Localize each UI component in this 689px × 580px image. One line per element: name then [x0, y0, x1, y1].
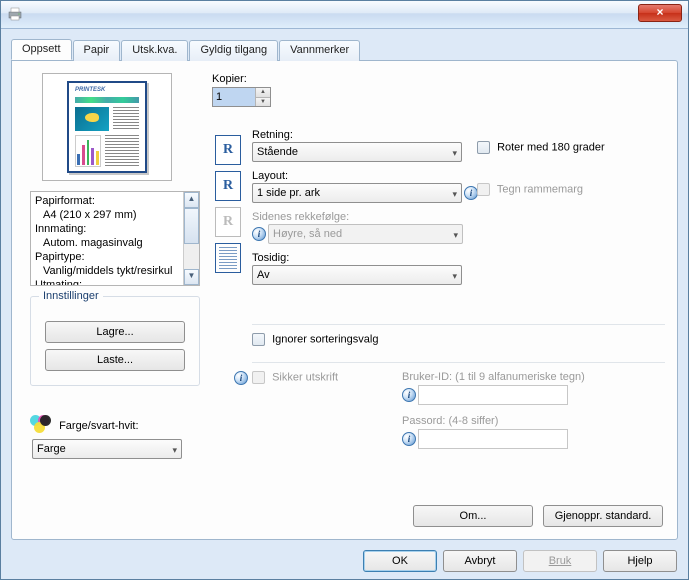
password-label: Passord: (4-8 siffer): [402, 415, 642, 427]
page-preview: PRINTESK: [42, 73, 172, 181]
tab-strip: Oppsett Papir Utsk.kva. Gyldig tilgang V…: [11, 39, 678, 60]
cancel-button[interactable]: Avbryt: [443, 550, 517, 572]
copies-down-button[interactable]: ▼: [256, 97, 270, 106]
copies-spinner[interactable]: ▲ ▼: [212, 87, 271, 107]
password-input: [418, 429, 568, 449]
frameborder-label: Tegn rammemarg: [497, 183, 583, 195]
frameborder-checkbox: [477, 183, 490, 196]
password-info-icon[interactable]: i: [402, 432, 416, 446]
summary-feed-value: Autom. magasinvalg: [35, 236, 179, 250]
order-value: Høyre, så ned: [273, 228, 342, 240]
copies-label: Kopier:: [212, 73, 665, 85]
summary-feed-label: Innmating:: [35, 222, 179, 236]
ignore-sort-label: Ignorer sorteringsvalg: [272, 333, 378, 345]
duplex-thumb: [215, 243, 241, 273]
secure-print-checkbox: [252, 371, 265, 384]
duplex-value: Av: [257, 269, 270, 281]
scroll-up-button[interactable]: ▲: [184, 192, 199, 208]
userid-info-icon[interactable]: i: [402, 388, 416, 402]
order-select: Høyre, så ned: [268, 224, 463, 244]
secure-print-label: Sikker utskrift: [272, 371, 338, 383]
copies-input[interactable]: [213, 88, 255, 106]
settings-summary-list: Papirformat: A4 (210 x 297 mm) Innmating…: [30, 191, 200, 286]
color-select[interactable]: Farge: [32, 439, 182, 459]
color-icon: [30, 415, 52, 437]
orientation-thumb: R: [215, 135, 241, 165]
order-thumb: R: [215, 207, 241, 237]
duplex-select[interactable]: Av: [252, 265, 462, 285]
summary-paperformat-value: A4 (210 x 297 mm): [35, 208, 179, 222]
secure-print-info-icon[interactable]: i: [234, 371, 248, 385]
orientation-value: Stående: [257, 146, 298, 158]
preview-title: PRINTESK: [75, 87, 105, 93]
orientation-label: Retning:: [252, 129, 482, 141]
ok-button[interactable]: OK: [363, 550, 437, 572]
summary-output-label: Utmating:: [35, 278, 179, 286]
tab-papir[interactable]: Papir: [73, 40, 121, 61]
scroll-thumb[interactable]: [184, 208, 199, 244]
ignore-sort-checkbox[interactable]: [252, 333, 265, 346]
layout-label: Layout:: [252, 170, 482, 182]
close-button[interactable]: ×: [638, 4, 682, 22]
scrollbar[interactable]: ▲ ▼: [183, 192, 199, 285]
load-button[interactable]: Laste...: [45, 349, 185, 371]
userid-input: [418, 385, 568, 405]
layout-info-icon[interactable]: i: [464, 186, 478, 200]
printer-icon: [7, 6, 23, 22]
scroll-down-button[interactable]: ▼: [184, 269, 199, 285]
rotate180-label: Roter med 180 grader: [497, 141, 605, 153]
layout-value: 1 side pr. ark: [257, 187, 320, 199]
apply-button: Bruk: [523, 550, 597, 572]
about-button[interactable]: Om...: [413, 505, 533, 527]
title-bar: ×: [1, 1, 688, 29]
restore-defaults-button[interactable]: Gjenoppr. standard.: [543, 505, 663, 527]
tab-utskkva[interactable]: Utsk.kva.: [121, 40, 188, 61]
color-label: Farge/svart-hvit:: [59, 420, 138, 432]
help-button[interactable]: Hjelp: [603, 550, 677, 572]
summary-papertype-value: Vanlig/middels tykt/resirkul: [35, 264, 179, 278]
settings-groupbox-title: Innstillinger: [39, 290, 103, 302]
summary-paperformat-label: Papirformat:: [35, 194, 179, 208]
layout-select[interactable]: 1 side pr. ark: [252, 183, 462, 203]
tab-oppsett[interactable]: Oppsett: [11, 39, 72, 60]
settings-groupbox: Innstillinger Lagre... Laste...: [30, 296, 200, 386]
rotate180-checkbox[interactable]: [477, 141, 490, 154]
tab-panel: PRINTESK Papirformat: A4 (210 x 297 mm): [11, 60, 678, 540]
userid-label: Bruker-ID: (1 til 9 alfanumeriske tegn): [402, 371, 642, 383]
tab-gyldig-tilgang[interactable]: Gyldig tilgang: [189, 40, 278, 61]
color-value: Farge: [37, 443, 66, 455]
tab-vannmerker[interactable]: Vannmerker: [279, 40, 360, 61]
summary-papertype-label: Papirtype:: [35, 250, 179, 264]
save-button[interactable]: Lagre...: [45, 321, 185, 343]
order-info-icon[interactable]: i: [252, 227, 266, 241]
layout-thumb: R: [215, 171, 241, 201]
copies-up-button[interactable]: ▲: [256, 88, 270, 97]
duplex-label: Tosidig:: [252, 252, 482, 264]
order-label: Sidenes rekkefølge:: [252, 211, 482, 223]
orientation-select[interactable]: Stående: [252, 142, 462, 162]
